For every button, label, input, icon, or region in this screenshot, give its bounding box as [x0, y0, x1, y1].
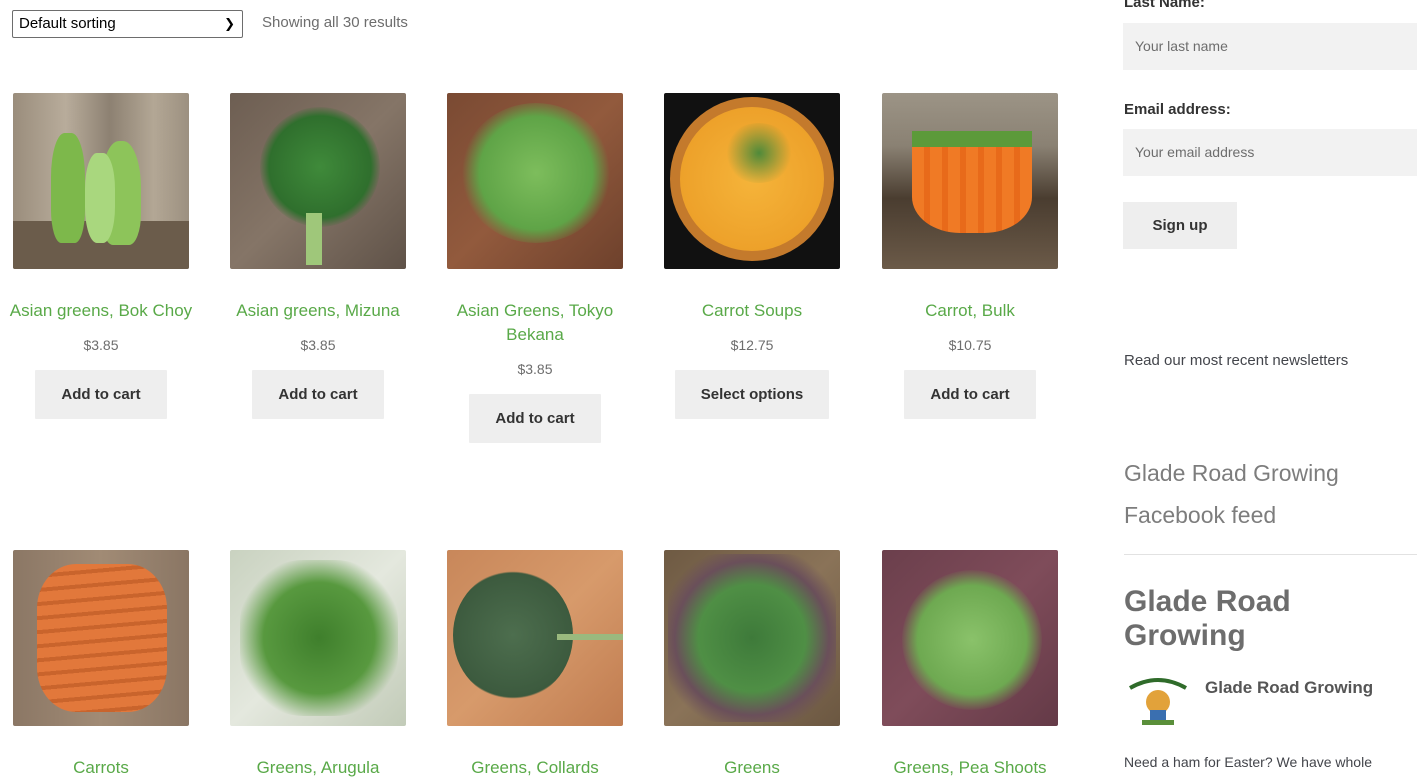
product-card: Carrot, Bulk $10.75 Add to cart: [870, 93, 1070, 419]
newsletters-link[interactable]: Read our most recent newsletters: [1124, 352, 1348, 369]
facebook-post-text: Need a ham for Easter? We have whole: [1124, 754, 1372, 770]
product-price: $3.85: [83, 337, 119, 353]
email-label: Email address:: [1124, 101, 1231, 118]
product-card: Greens, Collards: [435, 550, 635, 780]
email-field[interactable]: Your email address: [1123, 129, 1417, 176]
product-image-bok-choy[interactable]: [13, 93, 189, 269]
product-title[interactable]: Greens: [652, 756, 852, 780]
product-card: Greens, Arugula: [218, 550, 418, 780]
sort-select[interactable]: Default sorting ❯: [12, 10, 243, 38]
page-logo[interactable]: [1124, 670, 1192, 730]
product-card: Asian Greens, Tokyo Bekana $3.85 Add to …: [435, 93, 635, 443]
product-title[interactable]: Greens, Pea Shoots: [870, 756, 1070, 780]
product-image-greens[interactable]: [664, 550, 840, 726]
product-title[interactable]: Carrots: [1, 756, 201, 780]
product-image-collards[interactable]: [447, 550, 623, 726]
facebook-feed-title: Glade Road Growing Facebook feed: [1124, 460, 1339, 528]
product-title[interactable]: Asian greens, Bok Choy: [1, 299, 201, 323]
product-price: $3.85: [517, 361, 553, 377]
product-price: $12.75: [730, 337, 774, 353]
product-image-tokyo-bekana[interactable]: [447, 93, 623, 269]
add-to-cart-button[interactable]: Add to cart: [904, 370, 1036, 419]
product-card: Asian greens, Bok Choy $3.85 Add to cart: [1, 93, 201, 419]
add-to-cart-button[interactable]: Add to cart: [252, 370, 384, 419]
divider: [1124, 554, 1417, 555]
product-price: $3.85: [300, 337, 336, 353]
add-to-cart-button[interactable]: Add to cart: [469, 394, 601, 443]
product-card: Carrot Soups $12.75 Select options: [652, 93, 852, 419]
last-name-label: Last Name:: [1124, 0, 1205, 11]
sign-up-button[interactable]: Sign up: [1123, 202, 1237, 249]
select-options-button[interactable]: Select options: [674, 370, 830, 419]
last-name-field[interactable]: Your last name: [1123, 23, 1417, 70]
product-card: Asian greens, Mizuna $3.85 Add to cart: [218, 93, 418, 419]
product-title[interactable]: Asian greens, Mizuna: [218, 299, 418, 323]
product-image-arugula[interactable]: [230, 550, 406, 726]
product-title[interactable]: Greens, Arugula: [218, 756, 418, 780]
product-image-pea-shoots[interactable]: [882, 550, 1058, 726]
product-image-carrots[interactable]: [13, 550, 189, 726]
product-title[interactable]: Carrot, Bulk: [870, 299, 1070, 323]
product-price: $10.75: [948, 337, 992, 353]
product-title[interactable]: Greens, Collards: [435, 756, 635, 780]
product-card: Carrots: [1, 550, 201, 780]
facebook-page-name[interactable]: Glade Road Growing: [1205, 678, 1373, 698]
product-title[interactable]: Asian Greens, Tokyo Bekana: [435, 299, 635, 347]
product-card: Greens: [652, 550, 852, 780]
result-count: Showing all 30 results: [262, 14, 408, 31]
widget-heading: Glade Road Growing: [1124, 585, 1291, 652]
product-title[interactable]: Carrot Soups: [652, 299, 852, 323]
product-image-carrot-bulk[interactable]: [882, 93, 1058, 269]
product-image-mizuna[interactable]: [230, 93, 406, 269]
sort-select-value: Default sorting: [19, 15, 116, 32]
chevron-down-icon: ❯: [224, 16, 235, 31]
product-image-carrot-soups[interactable]: [664, 93, 840, 269]
add-to-cart-button[interactable]: Add to cart: [35, 370, 167, 419]
product-card: Greens, Pea Shoots: [870, 550, 1070, 780]
